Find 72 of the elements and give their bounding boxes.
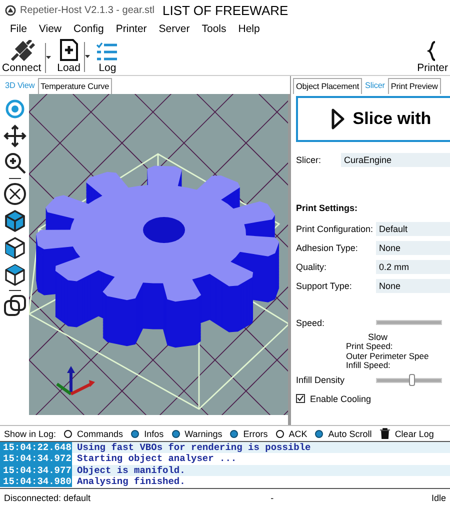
- zoom-in-icon[interactable]: [2, 151, 26, 175]
- menu-item[interactable]: Help: [232, 23, 266, 35]
- field-label: Support Type:: [296, 280, 353, 290]
- log-filter-label: Show in Log:: [4, 428, 56, 438]
- log-message: Object is manifold.: [76, 464, 186, 476]
- dropdown-field[interactable]: CuraEngine: [341, 152, 450, 166]
- toolbar-button[interactable]: Log: [94, 42, 120, 75]
- log-time: 15:04:22.648: [0, 442, 72, 454]
- overlap-squares-icon[interactable]: [2, 294, 26, 318]
- checklist-icon: [96, 42, 118, 62]
- cube-icon[interactable]: [2, 263, 26, 287]
- app-logo-icon: [5, 4, 16, 16]
- menu-item[interactable]: Tools: [196, 23, 232, 35]
- clear-log-button[interactable]: Clear Log: [380, 428, 434, 439]
- slice-button[interactable]: Slice with: [296, 96, 450, 142]
- dropdown-field[interactable]: Default: [376, 222, 450, 236]
- log-message: Analysing finished.: [76, 476, 186, 488]
- trash-icon: [380, 428, 390, 439]
- cube-icon[interactable]: [2, 236, 26, 260]
- caret-icon[interactable]: [46, 56, 52, 59]
- axes-icon: [56, 366, 95, 396]
- speed-label: Outer Perimeter Spee: [346, 352, 430, 361]
- cube-icon[interactable]: [2, 209, 26, 233]
- status-text: -: [270, 493, 274, 503]
- printer-state: Idle: [431, 493, 446, 503]
- field-label: Adhesion Type:: [296, 242, 359, 252]
- menu-item[interactable]: Config: [68, 23, 110, 35]
- toolbar-button[interactable]: Printer: [415, 40, 450, 75]
- toolbar-button[interactable]: Connect: [0, 40, 44, 75]
- field-label: Print Configuration:: [296, 224, 374, 234]
- field-label: Slicer:: [296, 154, 322, 164]
- log-filter-option[interactable]: Commands: [64, 428, 124, 438]
- log-filter-option[interactable]: ACK: [276, 428, 308, 438]
- move-icon[interactable]: [2, 124, 26, 148]
- log-filter-option[interactable]: Infos: [131, 428, 164, 438]
- slider-track[interactable]: [376, 320, 442, 325]
- dropdown-field[interactable]: None: [376, 240, 450, 254]
- window-title: Repetier-Host V2.1.3 - gear.stl: [20, 4, 155, 16]
- menu-item[interactable]: View: [32, 23, 68, 35]
- log-time: 15:04:34.972: [0, 453, 72, 465]
- menu-item[interactable]: File: [4, 23, 33, 35]
- log-filter-option[interactable]: Errors: [230, 428, 268, 438]
- field-label: Infill Density: [296, 375, 346, 385]
- add-file-icon: [58, 38, 79, 62]
- log-time: 15:04:34.977: [0, 464, 72, 476]
- tab[interactable]: Temperature Curve: [38, 78, 112, 94]
- tab[interactable]: Print Preview: [388, 78, 441, 94]
- fit-view-icon[interactable]: [2, 182, 26, 206]
- connection-status: Disconnected: default: [4, 493, 91, 503]
- window-caption: LIST OF FREEWARE: [162, 2, 288, 18]
- log-filter-option[interactable]: Auto Scroll: [315, 428, 372, 438]
- dropdown-field[interactable]: None: [376, 278, 450, 292]
- speed-label: Print Speed:: [346, 342, 394, 352]
- log-filter-option[interactable]: Warnings: [172, 428, 222, 438]
- field-label: Quality:: [296, 262, 328, 272]
- check-icon: [297, 395, 304, 402]
- speed-reading: Slow: [367, 332, 389, 342]
- dropdown-field[interactable]: 0.2 mm: [376, 260, 450, 274]
- speed-label: Infill Speed:: [346, 361, 392, 370]
- play-icon: [330, 108, 345, 130]
- toolbar-button[interactable]: Load: [55, 38, 82, 75]
- log-time: 15:04:34.980: [0, 476, 72, 488]
- menu-item[interactable]: Server: [152, 23, 196, 35]
- field-label: Speed:: [296, 318, 326, 328]
- menu-item[interactable]: Printer: [110, 23, 153, 35]
- tab[interactable]: Object Placement: [293, 78, 362, 94]
- caret-icon[interactable]: [85, 55, 90, 58]
- plug-icon: [8, 40, 35, 62]
- log-message: Using fast VBOs for rendering is possible: [76, 442, 311, 454]
- log-message: Starting object analyser ...: [76, 453, 237, 464]
- checkbox[interactable]: Enable Cooling: [296, 394, 450, 404]
- section-heading: Print Settings:: [296, 203, 359, 213]
